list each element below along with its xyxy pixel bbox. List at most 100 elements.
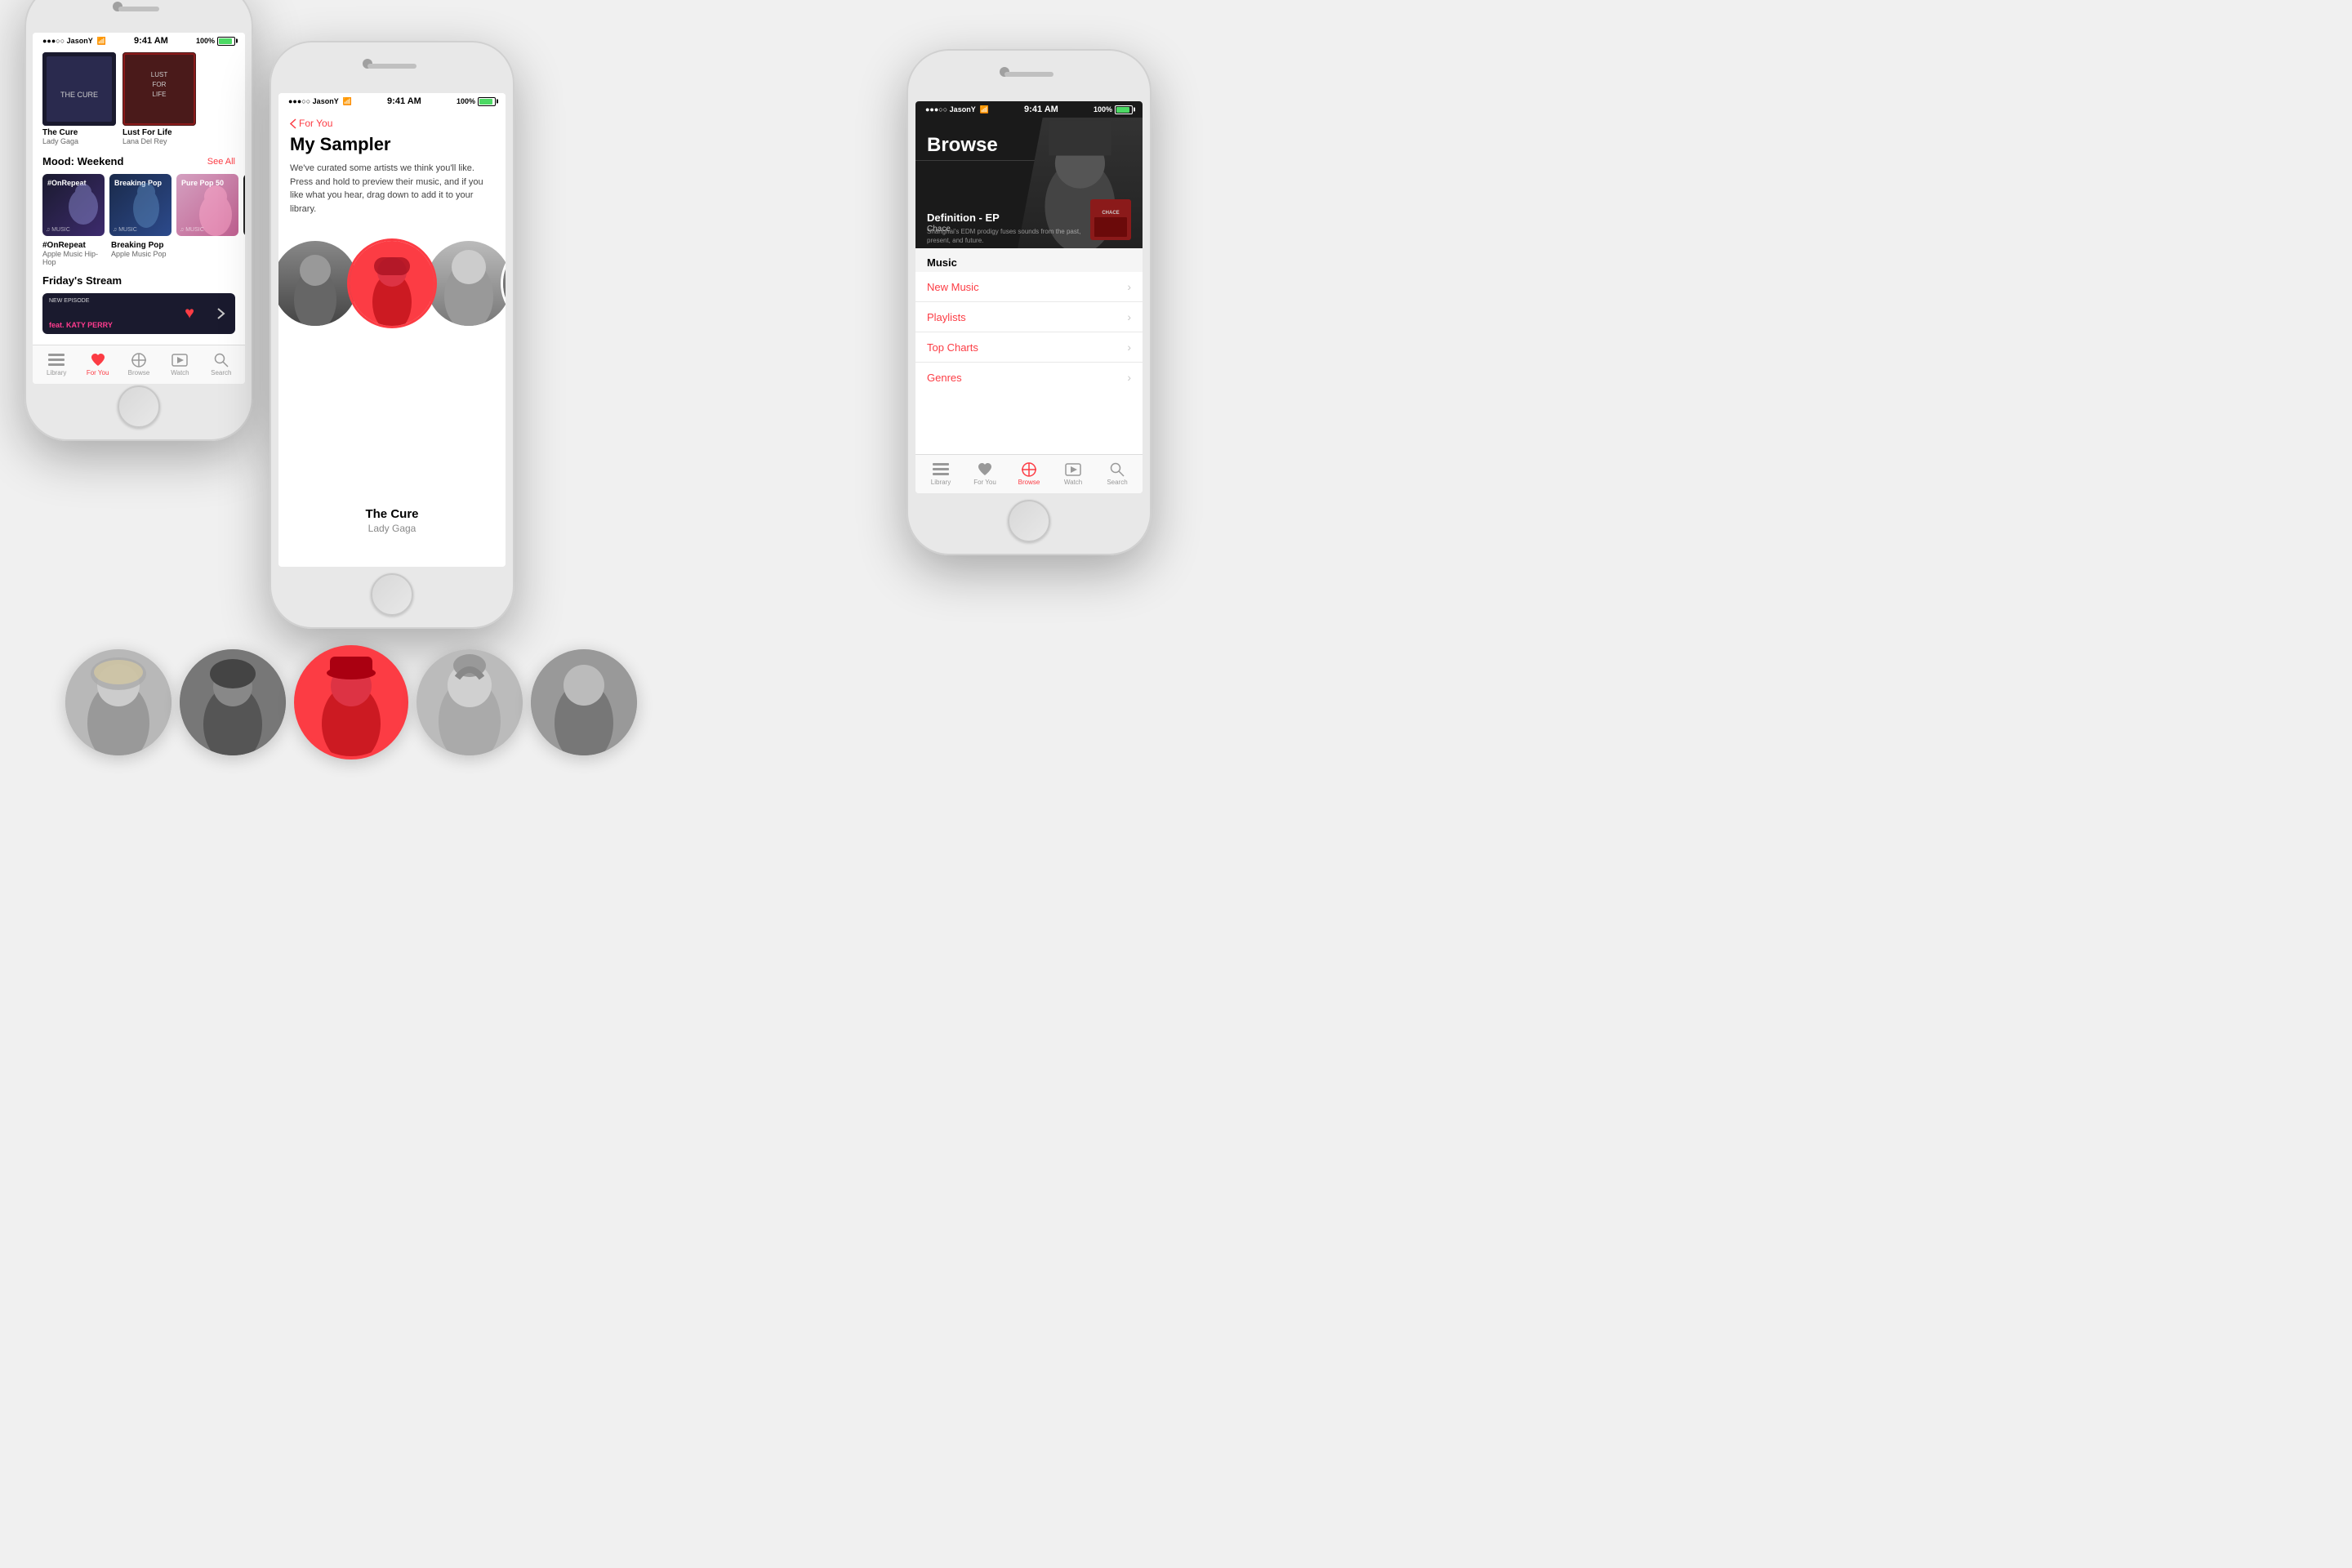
time-right: 9:41 AM (1024, 105, 1058, 114)
sampler-actions: Reset Done (278, 551, 506, 567)
bottom-artist-2[interactable] (180, 649, 286, 755)
tab-browse-left[interactable]: Browse (118, 353, 159, 376)
time-middle: 9:41 AM (387, 96, 421, 106)
friday-section-header: Friday's Stream (33, 268, 245, 290)
friday-badge: NEW EPISODE (49, 298, 89, 304)
browse-item-playlists[interactable]: Playlists › (915, 302, 1143, 332)
album-cure[interactable]: THE CURE The Cure Lady Gaga (42, 52, 116, 145)
tab-watch-left[interactable]: Watch (159, 353, 200, 376)
see-all-button[interactable]: See All (207, 157, 235, 167)
album-lust[interactable]: LUST FOR LIFE Lust For Life Lana Del Rey (122, 52, 196, 145)
battery-icon-right (1115, 105, 1133, 114)
friday-title: Friday's Stream (42, 274, 122, 287)
tab-watch-right[interactable]: Watch (1051, 462, 1095, 486)
artist-name: The Cure (278, 507, 506, 521)
status-bar-right: ●●●○○ JasonY 📶 9:41 AM 100% (915, 101, 1143, 118)
carrier-right: ●●●○○ JasonY 📶 (925, 105, 989, 114)
browse-hero: Browse CHACE Definition - EP Chace (915, 118, 1143, 248)
tab-search-right[interactable]: Search (1095, 462, 1139, 486)
tab-search-left[interactable]: Search (201, 353, 242, 376)
done-button[interactable]: Done (464, 564, 489, 567)
tab-foryou-label-right: For You (973, 479, 996, 486)
tab-search-label-left: Search (211, 369, 231, 376)
tab-watch-label-left: Watch (171, 369, 189, 376)
speaker-right (1004, 72, 1054, 77)
lust-artist: Lana Del Rey (122, 137, 196, 145)
browse-title: Browse (927, 134, 998, 157)
tab-browse-label-right: Browse (1018, 479, 1040, 486)
friday-card[interactable]: NEW EPISODE feat. KATY PERRY ♥ (42, 293, 235, 334)
status-bar-left: ●●●○○ JasonY 📶 9:41 AM 100% (33, 33, 245, 49)
battery-right: 100% (1094, 105, 1133, 114)
tab-foryou-label-left: For You (87, 369, 109, 376)
back-button[interactable]: For You (278, 109, 506, 134)
reset-button[interactable]: Reset (295, 564, 323, 567)
tab-watch-label-right: Watch (1064, 479, 1082, 486)
bottom-artist-4[interactable] (416, 649, 523, 755)
tab-browse-label-left: Browse (128, 369, 150, 376)
featured-title: Definition - EP (927, 212, 1000, 224)
tab-bar-left: Library For You Browse Watch (33, 345, 245, 384)
sampler-screen: For You My Sampler We've curated some ar… (278, 109, 506, 567)
svg-text:LUST: LUST (151, 71, 168, 78)
cure-title: The Cure (42, 128, 116, 137)
mood-title: Mood: Weekend (42, 155, 123, 167)
mood-repeat-card[interactable]: #OnRepeat ♫ MUSIC (42, 174, 105, 236)
album-art-thumb: CHACE (1090, 199, 1131, 240)
apple-music-badge-3: ♫ MUSIC (180, 227, 204, 233)
mood-mood-card[interactable]: Mood. ♫ MUSIC (243, 174, 245, 236)
bottom-artist-circles (0, 621, 702, 784)
chevron-genres-icon: › (1127, 371, 1131, 384)
mood-purepop-card[interactable]: Pure Pop 50 ♫ MUSIC (176, 174, 238, 236)
screen-right: ●●●○○ JasonY 📶 9:41 AM 100% Browse (915, 101, 1143, 493)
home-button-middle[interactable] (371, 573, 413, 616)
phone-right: ●●●○○ JasonY 📶 9:41 AM 100% Browse (906, 49, 1152, 555)
status-bar-middle: ●●●○○ JasonY 📶 9:41 AM 100% (278, 93, 506, 109)
phone-middle: ●●●○○ JasonY 📶 9:41 AM 100% For You My S… (270, 41, 514, 629)
phone-left: ●●●○○ JasonY 📶 9:41 AM 100% THE CURE (24, 0, 253, 441)
genres-label: Genres (927, 372, 962, 384)
music-section-title: Music (915, 248, 1143, 272)
top-albums-row: THE CURE The Cure Lady Gaga LUST FOR LIF… (33, 49, 245, 149)
tab-bar-right: Library For You Browse Watch (915, 454, 1143, 493)
mood-breaking-card[interactable]: Breaking Pop ♫ MUSIC (109, 174, 172, 236)
bottom-artist-active[interactable] (294, 645, 408, 760)
apple-music-badge-2: ♫ MUSIC (113, 227, 137, 233)
chevron-new-music-icon: › (1127, 280, 1131, 293)
sampler-title: My Sampler (278, 134, 506, 155)
home-button-right[interactable] (1008, 500, 1050, 542)
cure-artist: Lady Gaga (42, 137, 116, 145)
bottom-artist-5[interactable] (531, 649, 637, 755)
chevron-top-charts-icon: › (1127, 341, 1131, 354)
apple-music-badge-1: ♫ MUSIC (46, 227, 70, 233)
mood-album-2-title: Breaking Pop (111, 241, 173, 250)
mood-album-1-title: #OnRepeat (42, 241, 105, 250)
tab-library-left[interactable]: Library (36, 353, 77, 376)
tab-foryou-left[interactable]: For You (77, 353, 118, 376)
artist-circle-active[interactable] (347, 238, 437, 328)
mood-album-1-artist: Apple Music Hip-Hop (42, 250, 105, 266)
lust-title: Lust For Life (122, 128, 196, 137)
tab-foryou-right[interactable]: For You (963, 462, 1007, 486)
browse-item-new-music[interactable]: New Music › (915, 272, 1143, 302)
battery-middle: 100% (457, 97, 496, 106)
time-left: 9:41 AM (134, 36, 168, 46)
battery-left: 100% (196, 37, 235, 46)
browse-item-genres[interactable]: Genres › (915, 363, 1143, 392)
featured-artist-info: The Cure Lady Gaga (278, 458, 506, 534)
mood-album-names: #OnRepeat Apple Music Hip-Hop Breaking P… (33, 239, 245, 268)
bottom-artist-1[interactable] (65, 649, 172, 755)
featured-description: Shanghai's EDM prodigy fuses sounds from… (927, 228, 1085, 245)
home-button-left[interactable] (118, 385, 160, 428)
friday-heart-icon: ♥ (185, 305, 194, 323)
browse-item-top-charts[interactable]: Top Charts › (915, 332, 1143, 363)
svg-text:FOR: FOR (153, 81, 167, 88)
sampler-artists-row (278, 222, 506, 328)
tab-browse-right[interactable]: Browse (1007, 462, 1051, 486)
browse-list-section: Music New Music › Playlists › Top Charts… (915, 248, 1143, 392)
tab-library-right[interactable]: Library (919, 462, 963, 486)
tab-library-label-left: Library (47, 369, 66, 376)
playlists-label: Playlists (927, 311, 966, 323)
tab-search-label-right: Search (1107, 479, 1127, 486)
speaker-left (118, 7, 159, 11)
